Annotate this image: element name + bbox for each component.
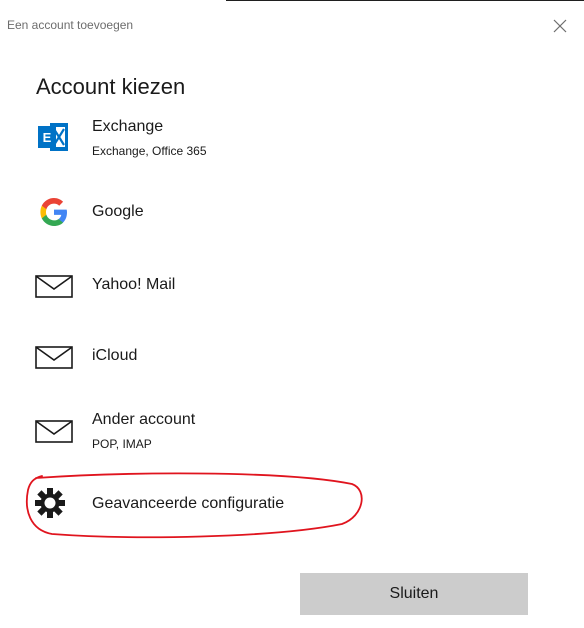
svg-text:E: E [43,130,52,145]
mail-icon [34,265,74,305]
window-title: Een account toevoegen [7,18,134,32]
mail-icon [34,410,74,450]
close-dialog-button[interactable]: Sluiten [300,573,528,615]
account-item-advanced[interactable]: Geavanceerde configuratie [34,482,534,530]
account-label-icloud: iCloud [92,347,138,364]
account-sublabel-other: POP, IMAP [92,437,152,451]
account-sublabel-exchange: Exchange, Office 365 [92,144,207,158]
account-label-yahoo: Yahoo! Mail [92,276,176,293]
google-icon [34,192,74,232]
account-item-google[interactable]: Google [34,188,534,236]
top-border [226,0,584,1]
gear-icon [34,484,74,524]
close-icon [553,19,567,33]
account-label-exchange: Exchange [92,118,164,135]
mail-icon [34,336,74,376]
exchange-icon: E [34,117,74,157]
close-button[interactable] [548,14,572,38]
page-title: Account kiezen [36,74,186,99]
add-account-dialog: Een account toevoegen Account kiezen E E… [0,0,584,628]
account-label-other: Ander account [92,411,196,428]
account-item-other[interactable]: Ander account POP, IMAP [34,408,534,456]
account-label-google: Google [92,203,144,220]
account-item-icloud[interactable]: iCloud [34,332,534,380]
account-item-yahoo[interactable]: Yahoo! Mail [34,261,534,309]
account-item-exchange[interactable]: E Exchange Exchange, Office 365 [34,115,534,163]
account-label-advanced: Geavanceerde configuratie [92,495,285,512]
